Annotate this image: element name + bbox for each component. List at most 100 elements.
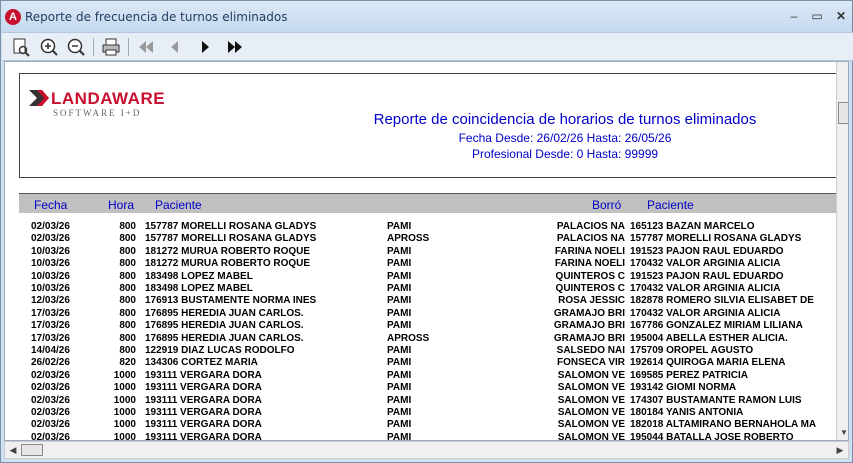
row-paciente: 181272 MURUA ROBERTO ROQUE	[145, 246, 385, 257]
patient-id: 165123	[630, 221, 664, 232]
row-borro-value: PALACIOS NA	[556, 221, 625, 232]
row-paciente: 176895 HEREDIA JUAN CARLOS.	[145, 333, 385, 344]
horizontal-scroll-thumb[interactable]	[21, 444, 43, 456]
patient-name: PAJON RAUL EDUARDO	[666, 245, 784, 257]
row-paciente: 181272 MURUA ROBERTO ROQUE	[145, 258, 385, 269]
row-fecha: 02/03/26	[31, 419, 91, 430]
patient-id: 157787	[145, 233, 179, 245]
horizontal-scrollbar[interactable]: ◀ ▶	[4, 441, 849, 459]
table-row: 17/03/26 800 176895 HEREDIA JUAN CARLOS. PA…	[19, 320, 836, 332]
row-hora: 800	[89, 308, 136, 319]
row-borro-value: SALOMON VE	[557, 382, 625, 394]
vertical-scroll-thumb[interactable]	[838, 102, 848, 124]
row-fecha: 02/03/26	[31, 395, 91, 406]
row-fecha: 26/02/26	[31, 357, 91, 368]
patient-name: VALOR ARGINIA ALICIA	[666, 258, 781, 270]
row-paciente: 134306 CORTEZ MARIA	[145, 357, 385, 368]
row-paciente-2: 195004 ABELLA ESTHER ALICIA.	[630, 333, 836, 344]
patient-id: 193111	[145, 431, 178, 441]
row-hora-value: 800	[119, 270, 136, 282]
row-paciente: 183498 LOPEZ MABEL	[145, 271, 385, 282]
maximize-button[interactable]: ▭	[806, 8, 828, 24]
toolbar-separator	[128, 38, 129, 56]
patient-name: ALTAMIRANO BERNAHOLA MA	[665, 419, 817, 431]
app-logo-icon: A	[5, 9, 21, 25]
patient-name: MORELLI ROSANA GLADYS	[181, 221, 317, 232]
row-fecha: 17/03/26	[31, 308, 91, 319]
row-paciente-2: 170432 VALOR ARGINIA ALICIA	[630, 283, 836, 294]
row-obra-social: PAMI	[387, 320, 527, 331]
row-borro-value: GRAMAJO BRI	[553, 320, 625, 332]
row-paciente: 176913 BUSTAMENTE NORMA INES	[145, 295, 385, 306]
row-borro: FARIÑA NOELI	[545, 246, 625, 257]
row-borro: FONSECA VIR	[545, 357, 625, 368]
row-obra-social: PAMI	[387, 258, 527, 269]
row-paciente-2: 167786 GONZALEZ MIRIAM LILIANA	[630, 320, 836, 331]
table-row: 02/03/26 1000 193111 VERGARA DORA PAMI SALOM…	[19, 370, 836, 382]
title-bar: A Reporte de frecuencia de turnos elimin…	[1, 1, 852, 32]
patient-name: MURUA ROBERTO ROQUE	[181, 245, 311, 257]
row-hora: 800	[89, 258, 136, 269]
row-borro: PALACIOS NA	[545, 221, 625, 232]
previous-page-icon[interactable]	[164, 36, 186, 58]
row-hora-value: 800	[119, 221, 136, 232]
page-preview-icon[interactable]	[10, 36, 32, 58]
table-row: 17/03/26 800 176895 HEREDIA JUAN CARLOS. PA…	[19, 308, 836, 320]
scroll-down-arrow-icon[interactable]: ▼	[839, 428, 848, 438]
row-obra-social: APROSS	[387, 233, 527, 244]
row-obra-social: PAMI	[387, 283, 527, 294]
row-hora: 800	[89, 320, 136, 331]
last-page-icon[interactable]	[224, 36, 246, 58]
report-header: LANDAWARE SOFTWARE I+D Reporte de coinci…	[19, 73, 836, 178]
patient-id: 182878	[630, 295, 664, 307]
row-fecha: 14/04/26	[31, 345, 91, 356]
patient-name: CORTEZ MARIA	[181, 357, 258, 369]
zoom-out-icon[interactable]	[65, 36, 87, 58]
zoom-in-icon[interactable]	[38, 36, 60, 58]
vertical-scrollbar[interactable]: ▼	[836, 62, 848, 440]
patient-id: 193111	[145, 394, 178, 406]
scroll-left-arrow-icon[interactable]: ◀	[7, 444, 19, 456]
row-paciente: 122919 DIAZ LUCAS RODOLFO	[145, 345, 385, 356]
minimize-button[interactable]: –	[783, 8, 805, 24]
row-fecha: 10/03/26	[31, 283, 91, 294]
row-fecha-value: 02/03/26	[31, 394, 70, 406]
row-borro-value: FARIÑA NOELI	[554, 258, 625, 270]
close-button[interactable]: ✕	[830, 8, 852, 24]
row-fecha: 10/03/26	[31, 271, 91, 282]
patient-id: 122919	[145, 345, 179, 356]
report-professional-range: Profesional Desde: 0 Hasta: 99999	[471, 147, 659, 161]
row-fecha-value: 17/03/26	[31, 332, 70, 344]
row-borro: SALOMON VE	[545, 382, 625, 393]
row-hora-value: 1000	[113, 382, 136, 394]
row-paciente: 157787 MORELLI ROSANA GLADYS	[145, 221, 385, 232]
row-borro: SALOMON VE	[545, 432, 625, 440]
patient-name: ROMERO SILVIA ELISABET DE	[666, 295, 814, 307]
row-fecha: 17/03/26	[31, 333, 91, 344]
patient-name: DIAZ LUCAS RODOLFO	[181, 345, 295, 356]
next-page-icon[interactable]	[194, 36, 216, 58]
row-obra-social-value: PAMI	[387, 295, 412, 307]
scroll-right-arrow-icon[interactable]: ▶	[834, 444, 846, 456]
row-obra-social-value: PAMI	[387, 357, 412, 369]
row-borro: SALOMON VE	[545, 370, 625, 381]
row-obra-social-value: PAMI	[387, 270, 412, 282]
row-obra-social-value: PAMI	[387, 382, 412, 394]
patient-id: 175709	[630, 345, 664, 356]
report-viewer[interactable]: LANDAWARE SOFTWARE I+D Reporte de coinci…	[4, 61, 849, 441]
patient-id: 176895	[145, 320, 179, 332]
row-paciente: 193111 VERGARA DORA	[145, 395, 385, 406]
row-borro-value: SALOMON VE	[557, 407, 625, 418]
print-icon[interactable]	[100, 36, 122, 58]
patient-id: 183498	[145, 270, 179, 282]
patient-id: 193142	[630, 382, 664, 394]
row-fecha-value: 10/03/26	[31, 270, 70, 282]
row-obra-social: PAMI	[387, 419, 527, 430]
row-borro-value: SALSEDO NAI	[556, 345, 625, 356]
row-borro: QUINTEROS C	[545, 271, 625, 282]
patient-id: 193111	[145, 382, 178, 394]
row-hora-value: 1000	[113, 369, 136, 381]
row-fecha-value: 17/03/26	[31, 307, 70, 319]
row-paciente: 193111 VERGARA DORA	[145, 370, 385, 381]
first-page-icon[interactable]	[135, 36, 157, 58]
